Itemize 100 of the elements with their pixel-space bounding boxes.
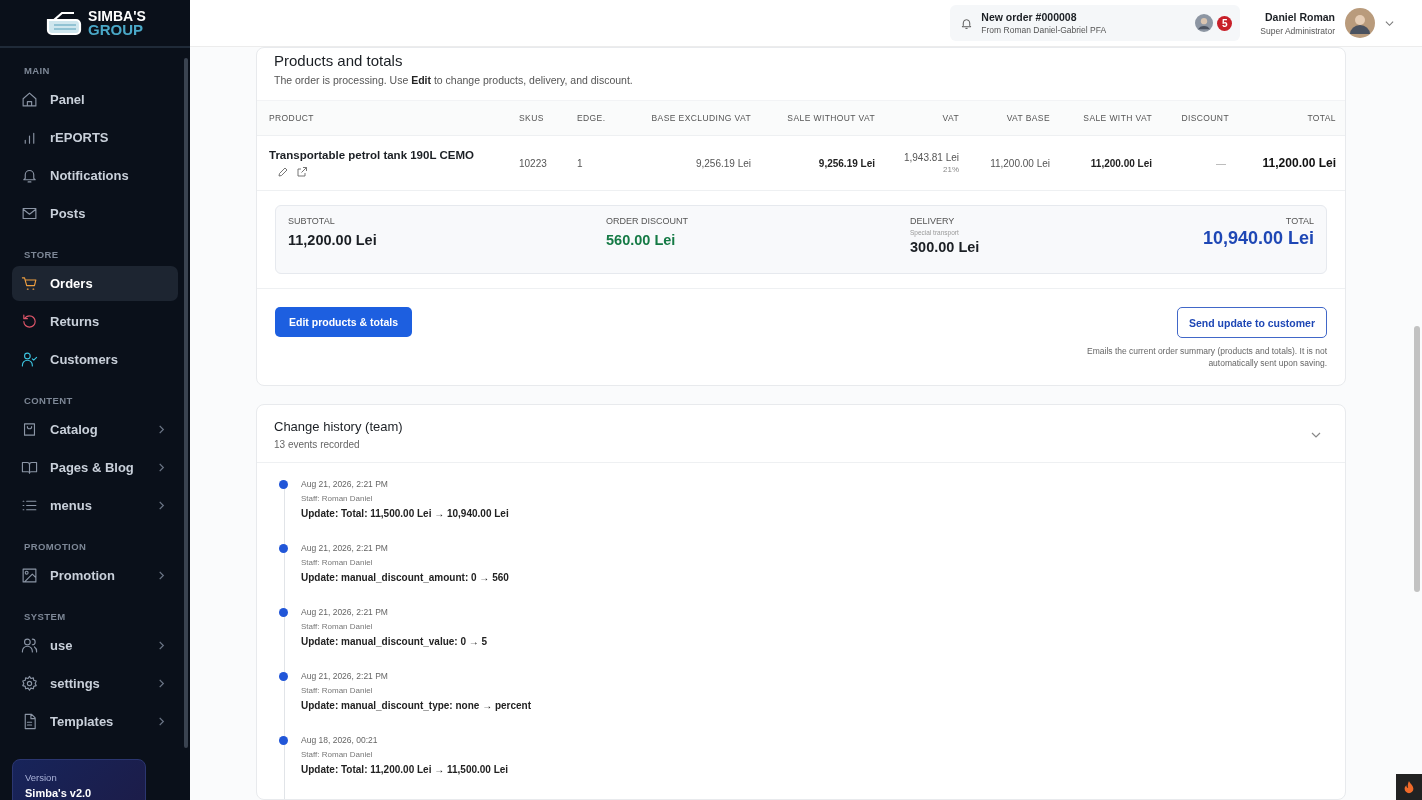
cart-icon: [21, 275, 38, 292]
bag-icon: [21, 421, 38, 438]
version-label: Version: [25, 772, 58, 783]
logo-text: SIMBA'S: [88, 10, 146, 23]
card-description: The order is processing. Use Edit to change products, delivery, and discount.: [274, 74, 634, 86]
scrollbar[interactable]: [184, 58, 188, 748]
total-value: 10,940.00 Lei: [1202, 228, 1314, 249]
discount-value: 560.00 Lei: [606, 232, 677, 248]
card-title: Products and totals: [274, 52, 404, 70]
column-header: DISCOUNT: [1180, 113, 1229, 123]
column-header: VAT: [941, 113, 959, 123]
timeline-dot: [279, 480, 288, 489]
flame-icon: [1402, 780, 1416, 794]
card-title: Change history (team): [274, 419, 403, 434]
summary-label: ORDER DISCOUNT: [606, 216, 689, 226]
event-staff: Staff: Roman Daniel: [301, 494, 374, 503]
column-header: EDGE.: [577, 113, 607, 123]
notification-box[interactable]: New order #000008 From Roman Daniel-Gabriel PFA 5: [950, 5, 1241, 41]
user-role: Super Administrator: [1260, 25, 1335, 36]
send-update-button[interactable]: Send update to customer: [1177, 307, 1327, 338]
section-title: CONTENT: [23, 394, 74, 408]
sidebar-item[interactable]: Promotion: [12, 558, 178, 593]
event-change: Update: manual_discount_type: none → percent: [301, 700, 532, 711]
version-value: Simba's v2.0: [25, 787, 93, 799]
notification-subtitle: From Roman Daniel-Gabriel PFA: [981, 25, 1108, 35]
envelope-icon: [21, 205, 38, 222]
column-header: VAT BASE: [1005, 113, 1050, 123]
summary-label: TOTAL: [1285, 216, 1314, 226]
settings-icon: [21, 675, 38, 692]
event-change: Update: Total: 11,200.00 Lei → 11,500.00 Lei: [301, 764, 509, 775]
sidebar-item[interactable]: Panel: [12, 82, 178, 117]
summary-label: SUBTOTAL: [288, 216, 336, 226]
sidebar-item[interactable]: rEPORTS: [12, 120, 178, 155]
sidebar-item[interactable]: menus: [12, 488, 178, 523]
help-text: Emails the current order summary (products and totals). It is not automatically sent upon saving.: [1086, 345, 1327, 369]
vat-rate: 21%: [943, 165, 959, 174]
edit-button[interactable]: Edit products & totals: [275, 307, 413, 337]
event-date: Aug 21, 2026, 2:21 PM: [301, 543, 389, 553]
event-change: Update: manual_discount_value: 0 → 5: [301, 636, 488, 647]
image-icon: [21, 567, 38, 584]
external-link-icon[interactable]: [296, 165, 308, 178]
section-title: MAIN: [23, 64, 51, 78]
avatar: [1195, 14, 1214, 32]
event-count: 13 events recorded: [274, 439, 361, 450]
table-cell-text: 1: [577, 157, 584, 169]
sidebar-item[interactable]: Customers: [12, 342, 178, 377]
product-name: Transportable petrol tank 190L CEMO: [269, 148, 475, 161]
event-staff: Staff: Roman Daniel: [301, 558, 374, 567]
timeline-dot: [279, 672, 288, 681]
chevron-down-icon[interactable]: [1385, 18, 1394, 28]
section-title: SYSTEM: [23, 610, 67, 624]
bell-icon: [21, 167, 38, 184]
event-date: Aug 21, 2026, 2:21 PM: [301, 607, 389, 617]
table-cell: 1,943.81 Lei: [903, 152, 959, 163]
flame-button[interactable]: [1396, 774, 1422, 800]
pencil-icon[interactable]: [277, 165, 289, 178]
count-badge: 5: [1217, 15, 1233, 31]
column-header: PRODUCT: [269, 113, 315, 123]
logo-text: GROUP: [88, 23, 145, 36]
table-cell-text: 11,200.00 Lei: [1261, 156, 1336, 170]
sidebar-item[interactable]: Pages & Blog: [12, 450, 178, 485]
table-cell-text: 11,200.00 Lei: [1089, 157, 1152, 169]
sidebar-item[interactable]: settings: [12, 666, 178, 701]
table-cell-text: 9,256.19 Lei: [817, 157, 875, 169]
event-staff: Staff: Roman Daniel: [301, 750, 374, 759]
user-check-icon: [21, 351, 38, 368]
user-name: Daniel Roman: [1265, 10, 1335, 23]
subtotal-value: 11,200.00 Lei: [288, 232, 378, 248]
table-cell-text: 10223: [519, 157, 548, 169]
avatar[interactable]: [1345, 8, 1375, 38]
sidebar-item[interactable]: Returns: [12, 304, 178, 339]
section-title: STORE: [23, 248, 60, 262]
summary-label: DELIVERY: [910, 216, 956, 226]
event-date: Aug 21, 2026, 2:21 PM: [301, 671, 389, 681]
event-date: Aug 21, 2026, 2:21 PM: [301, 479, 389, 489]
timeline-dot: [279, 736, 288, 745]
event-date: Aug 18, 2026, 00:21: [301, 735, 379, 745]
event-change: Update: Total: 11,500.00 Lei → 10,940.00 Lei: [301, 508, 509, 519]
column-header: SKUS: [519, 113, 545, 123]
bell-icon: [960, 16, 974, 30]
column-header: SALE WITHOUT VAT: [786, 113, 875, 123]
scrollbar[interactable]: [1414, 326, 1420, 592]
undo-icon: [21, 313, 38, 330]
column-header: BASE EXCLUDING VAT: [650, 113, 751, 123]
home-icon: [21, 91, 38, 108]
book-icon: [21, 459, 38, 476]
sidebar-item[interactable]: use: [12, 628, 178, 663]
sidebar-item[interactable]: Templates: [12, 704, 178, 739]
table-cell-text: 9,256.19 Lei: [694, 157, 751, 169]
delivery-value: 300.00 Lei: [910, 239, 981, 255]
sidebar-item[interactable]: Notifications: [12, 158, 178, 193]
column-header: SALE WITH VAT: [1082, 113, 1152, 123]
event-staff: Staff: Roman Daniel: [301, 622, 374, 631]
section-title: PROMOTION: [23, 540, 88, 554]
notification-title: New order #000008: [981, 11, 1078, 23]
timeline-dot: [279, 608, 288, 617]
sidebar-item[interactable]: Orders: [12, 266, 178, 301]
table-cell-text: 11,200.00 Lei: [989, 157, 1050, 169]
sidebar-item[interactable]: Catalog: [12, 412, 178, 447]
sidebar-item[interactable]: Posts: [12, 196, 178, 231]
